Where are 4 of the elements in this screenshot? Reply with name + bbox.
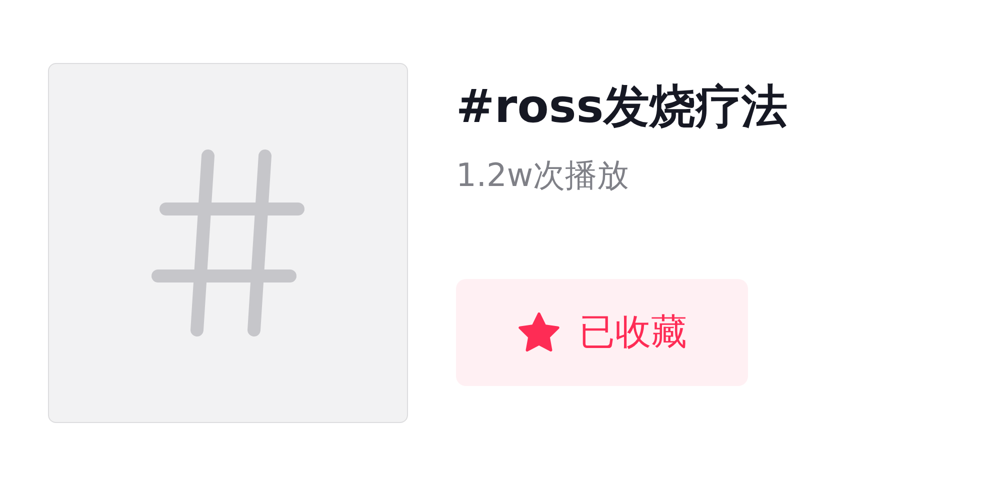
star-icon [517,312,561,354]
favorite-button[interactable]: 已收藏 [456,279,748,386]
play-count: 1.2w次播放 [456,159,630,191]
topic-title: #ross发烧疗法 [456,83,788,129]
